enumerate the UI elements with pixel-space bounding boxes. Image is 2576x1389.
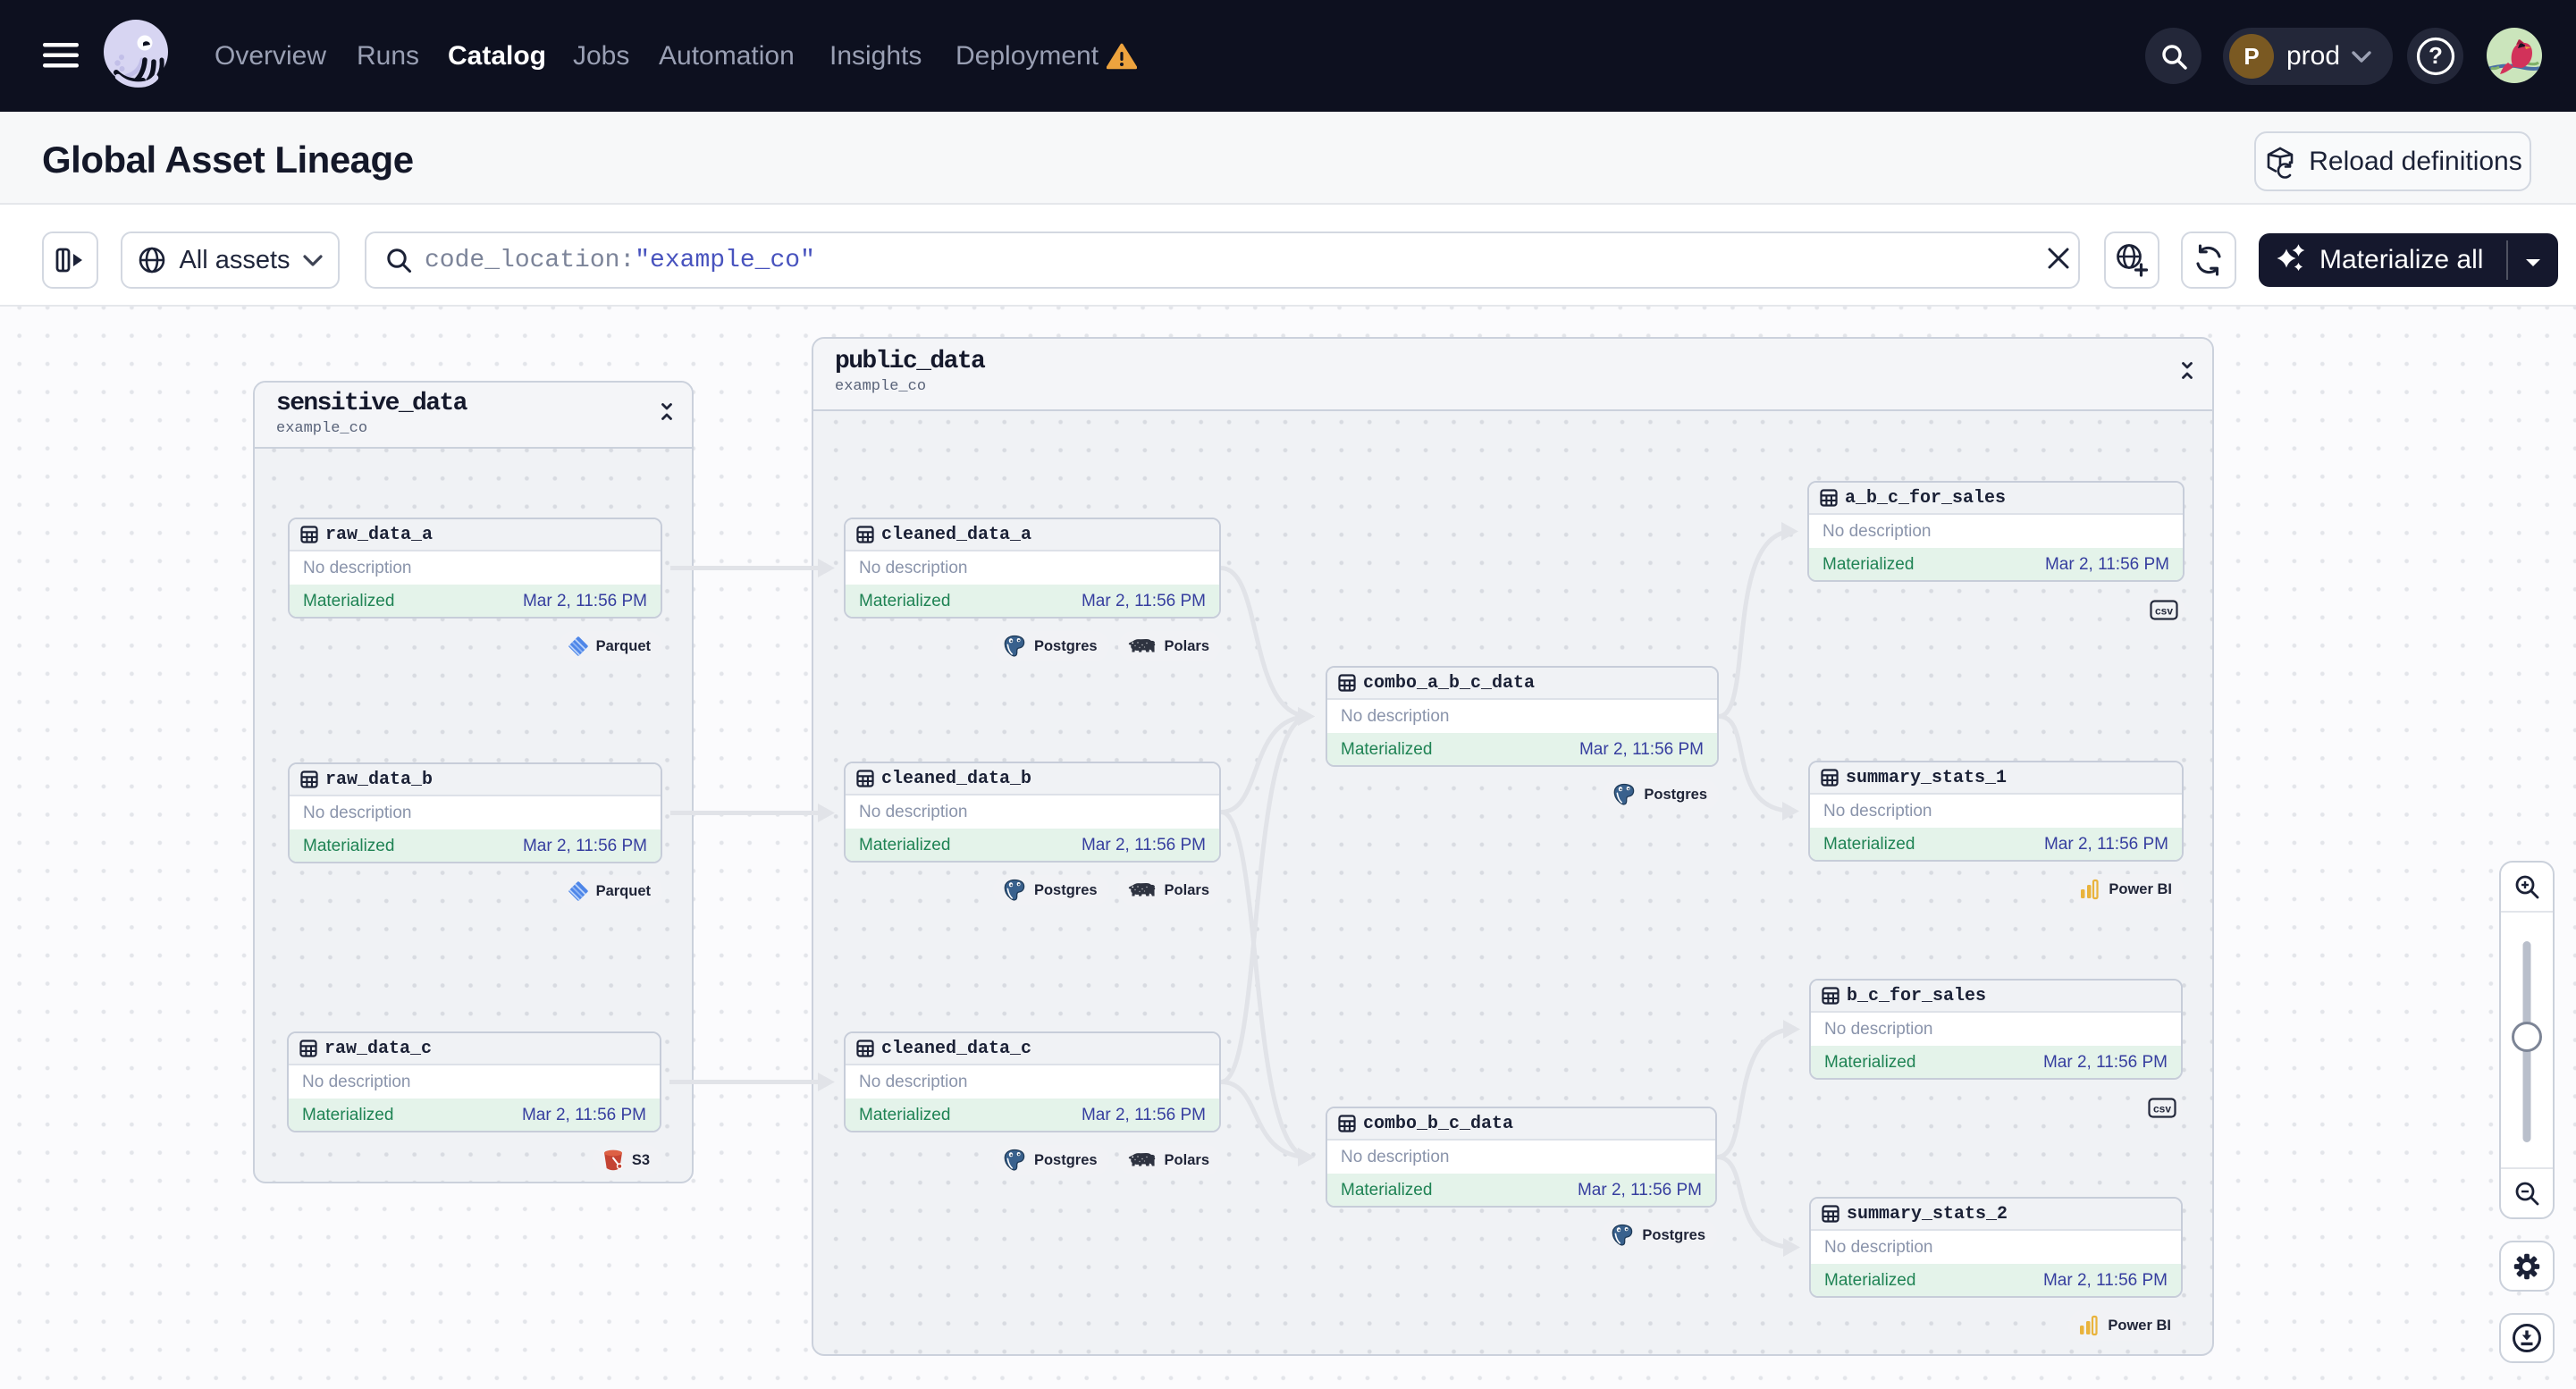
svg-text:csv: csv	[2155, 604, 2173, 617]
svg-text:?: ?	[2429, 42, 2443, 69]
svg-text:csv: csv	[2153, 1102, 2171, 1115]
